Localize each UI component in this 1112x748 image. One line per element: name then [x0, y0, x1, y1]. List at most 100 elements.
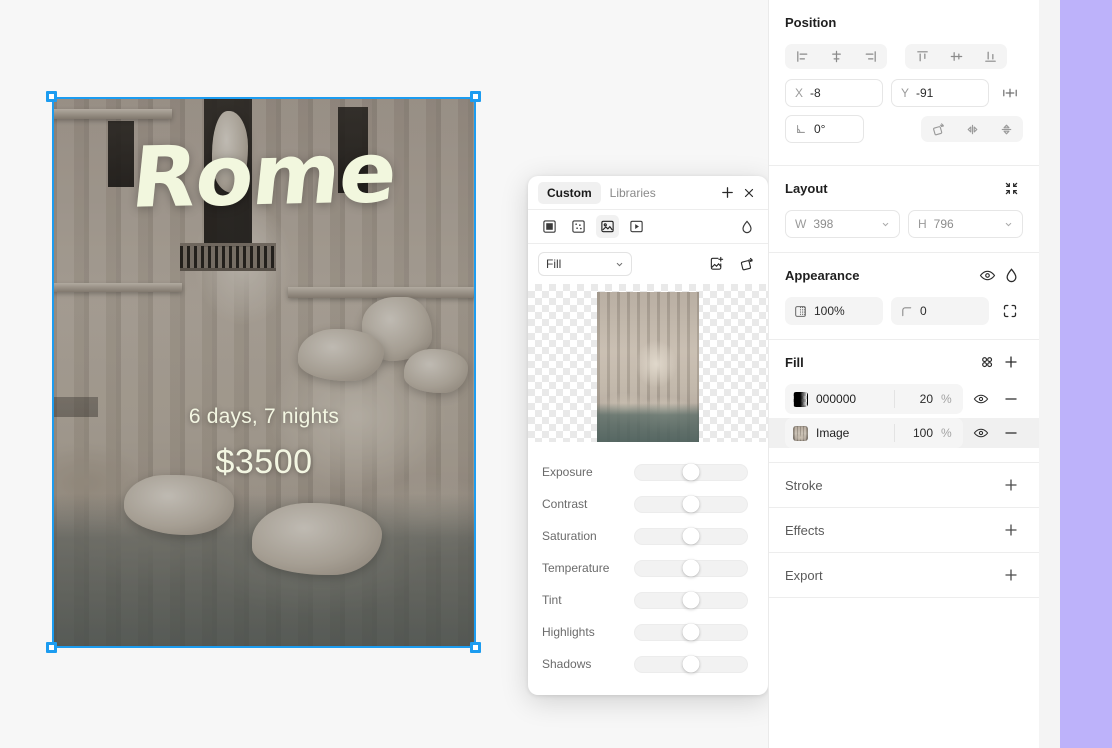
align-left-icon[interactable] [785, 44, 819, 69]
temperature-slider[interactable] [634, 559, 748, 577]
slider-thumb[interactable] [682, 591, 700, 609]
section-layout: Layout W 398 H 796 [769, 166, 1039, 253]
flip-horizontal-icon[interactable] [955, 116, 989, 142]
image-fill-panel[interactable]: Custom Libraries Fill Exposure Contrast … [528, 176, 768, 695]
slider-row: Tint [542, 584, 748, 616]
height-field[interactable]: H 796 [908, 210, 1023, 238]
artboard[interactable]: Rome 6 days, 7 nights $3500 [52, 97, 476, 648]
independent-corners-icon[interactable] [997, 298, 1023, 324]
add-position-icon[interactable] [997, 80, 1023, 106]
rotation-field[interactable]: 0° [785, 115, 864, 143]
add-stroke-icon[interactable] [999, 473, 1023, 497]
solid-fill-icon[interactable] [538, 215, 561, 238]
add-export-icon[interactable] [999, 563, 1023, 587]
percent-label: % [941, 392, 952, 406]
remove-icon[interactable] [999, 387, 1023, 411]
selection-handle-top-left[interactable] [46, 91, 57, 102]
selection-handle-bottom-right[interactable] [470, 642, 481, 653]
alignment-controls [785, 44, 1023, 69]
align-right-icon[interactable] [853, 44, 887, 69]
slider-thumb[interactable] [682, 495, 700, 513]
align-center-horizontal-icon[interactable] [819, 44, 853, 69]
add-fill-icon[interactable] [999, 350, 1023, 374]
replace-image-icon[interactable] [706, 253, 728, 275]
image-fill-icon[interactable] [596, 215, 619, 238]
section-header: Fill [785, 340, 1023, 384]
section-title: Fill [785, 354, 804, 370]
tab-libraries[interactable]: Libraries [601, 182, 665, 204]
close-icon[interactable] [738, 182, 760, 204]
fill-row-image[interactable]: Image 100 % [769, 418, 1039, 448]
section-title: Layout [785, 180, 828, 196]
image-fill-panel-header: Custom Libraries [528, 176, 768, 210]
image-swatch-icon[interactable] [793, 425, 808, 441]
pattern-fill-icon[interactable] [567, 215, 590, 238]
fill-styles-icon[interactable] [975, 350, 999, 374]
slider-label: Saturation [542, 529, 597, 543]
corner-radius-value: 0 [920, 304, 927, 318]
y-field[interactable]: Y -91 [891, 79, 989, 107]
x-label: X [795, 86, 804, 100]
fill-row-main[interactable]: 000000 20 % [785, 384, 963, 414]
slider-thumb[interactable] [682, 623, 700, 641]
app-root: Rome 6 days, 7 nights $3500 Custom Libra… [0, 0, 1112, 748]
width-field[interactable]: W 398 [785, 210, 900, 238]
section-stroke[interactable]: Stroke [769, 463, 1039, 508]
align-top-icon[interactable] [905, 44, 939, 69]
eye-icon[interactable] [975, 263, 999, 287]
eye-icon[interactable] [969, 387, 993, 411]
scale-mode-select[interactable]: Fill [538, 252, 632, 276]
highlights-slider[interactable] [634, 623, 748, 641]
tab-custom[interactable]: Custom [538, 181, 601, 204]
rotate-image-icon[interactable] [736, 253, 758, 275]
add-effect-icon[interactable] [999, 518, 1023, 542]
section-header: Stroke [785, 463, 1023, 507]
section-header: Appearance [785, 253, 1023, 297]
selection-handle-bottom-left[interactable] [46, 642, 57, 653]
corner-radius-icon [900, 305, 913, 318]
size-row: W 398 H 796 [785, 210, 1023, 238]
image-preview-area[interactable] [528, 284, 768, 442]
opacity-field[interactable]: 100% [785, 297, 883, 325]
section-effects[interactable]: Effects [769, 508, 1039, 553]
slider-thumb[interactable] [682, 655, 700, 673]
rotate-icon[interactable] [921, 116, 955, 142]
eye-icon[interactable] [969, 421, 993, 445]
shadows-slider[interactable] [634, 655, 748, 673]
video-fill-icon[interactable] [625, 215, 648, 238]
slider-thumb[interactable] [682, 559, 700, 577]
section-header: Layout [785, 166, 1023, 210]
fill-type-row [528, 210, 768, 244]
x-field[interactable]: X -8 [785, 79, 883, 107]
exposure-slider[interactable] [634, 463, 748, 481]
fill-row-main[interactable]: Image 100 % [785, 418, 963, 448]
artboard-subtitle: 6 days, 7 nights [188, 405, 340, 428]
align-bottom-icon[interactable] [973, 44, 1007, 69]
slider-thumb[interactable] [682, 527, 700, 545]
add-icon[interactable] [716, 182, 738, 204]
saturation-slider[interactable] [634, 527, 748, 545]
slider-row: Highlights [542, 616, 748, 648]
droplet-icon[interactable] [736, 216, 758, 238]
flip-vertical-icon[interactable] [989, 116, 1023, 142]
contrast-slider[interactable] [634, 495, 748, 513]
panel-gap [1039, 0, 1060, 748]
fill-row-color[interactable]: 000000 20 % [785, 384, 1023, 414]
slider-label: Exposure [542, 465, 593, 479]
section-position: Position X -8 Y -91 0° [769, 0, 1039, 166]
droplet-icon[interactable] [999, 263, 1023, 287]
tint-slider[interactable] [634, 591, 748, 609]
align-middle-vertical-icon[interactable] [939, 44, 973, 69]
corner-radius-field[interactable]: 0 [891, 297, 989, 325]
slider-thumb[interactable] [682, 463, 700, 481]
resize-to-fit-icon[interactable] [999, 176, 1023, 200]
fill-rows: 000000 20 % Image 100 % [769, 384, 1039, 462]
section-body: 100% 0 [785, 297, 1023, 339]
remove-icon[interactable] [999, 421, 1023, 445]
slider-label: Tint [542, 593, 562, 607]
color-swatch-icon[interactable] [793, 391, 808, 407]
section-export[interactable]: Export [769, 553, 1039, 598]
fill-opacity-value: 20 [919, 392, 933, 406]
section-title: Position [785, 14, 837, 30]
selection-handle-top-right[interactable] [470, 91, 481, 102]
